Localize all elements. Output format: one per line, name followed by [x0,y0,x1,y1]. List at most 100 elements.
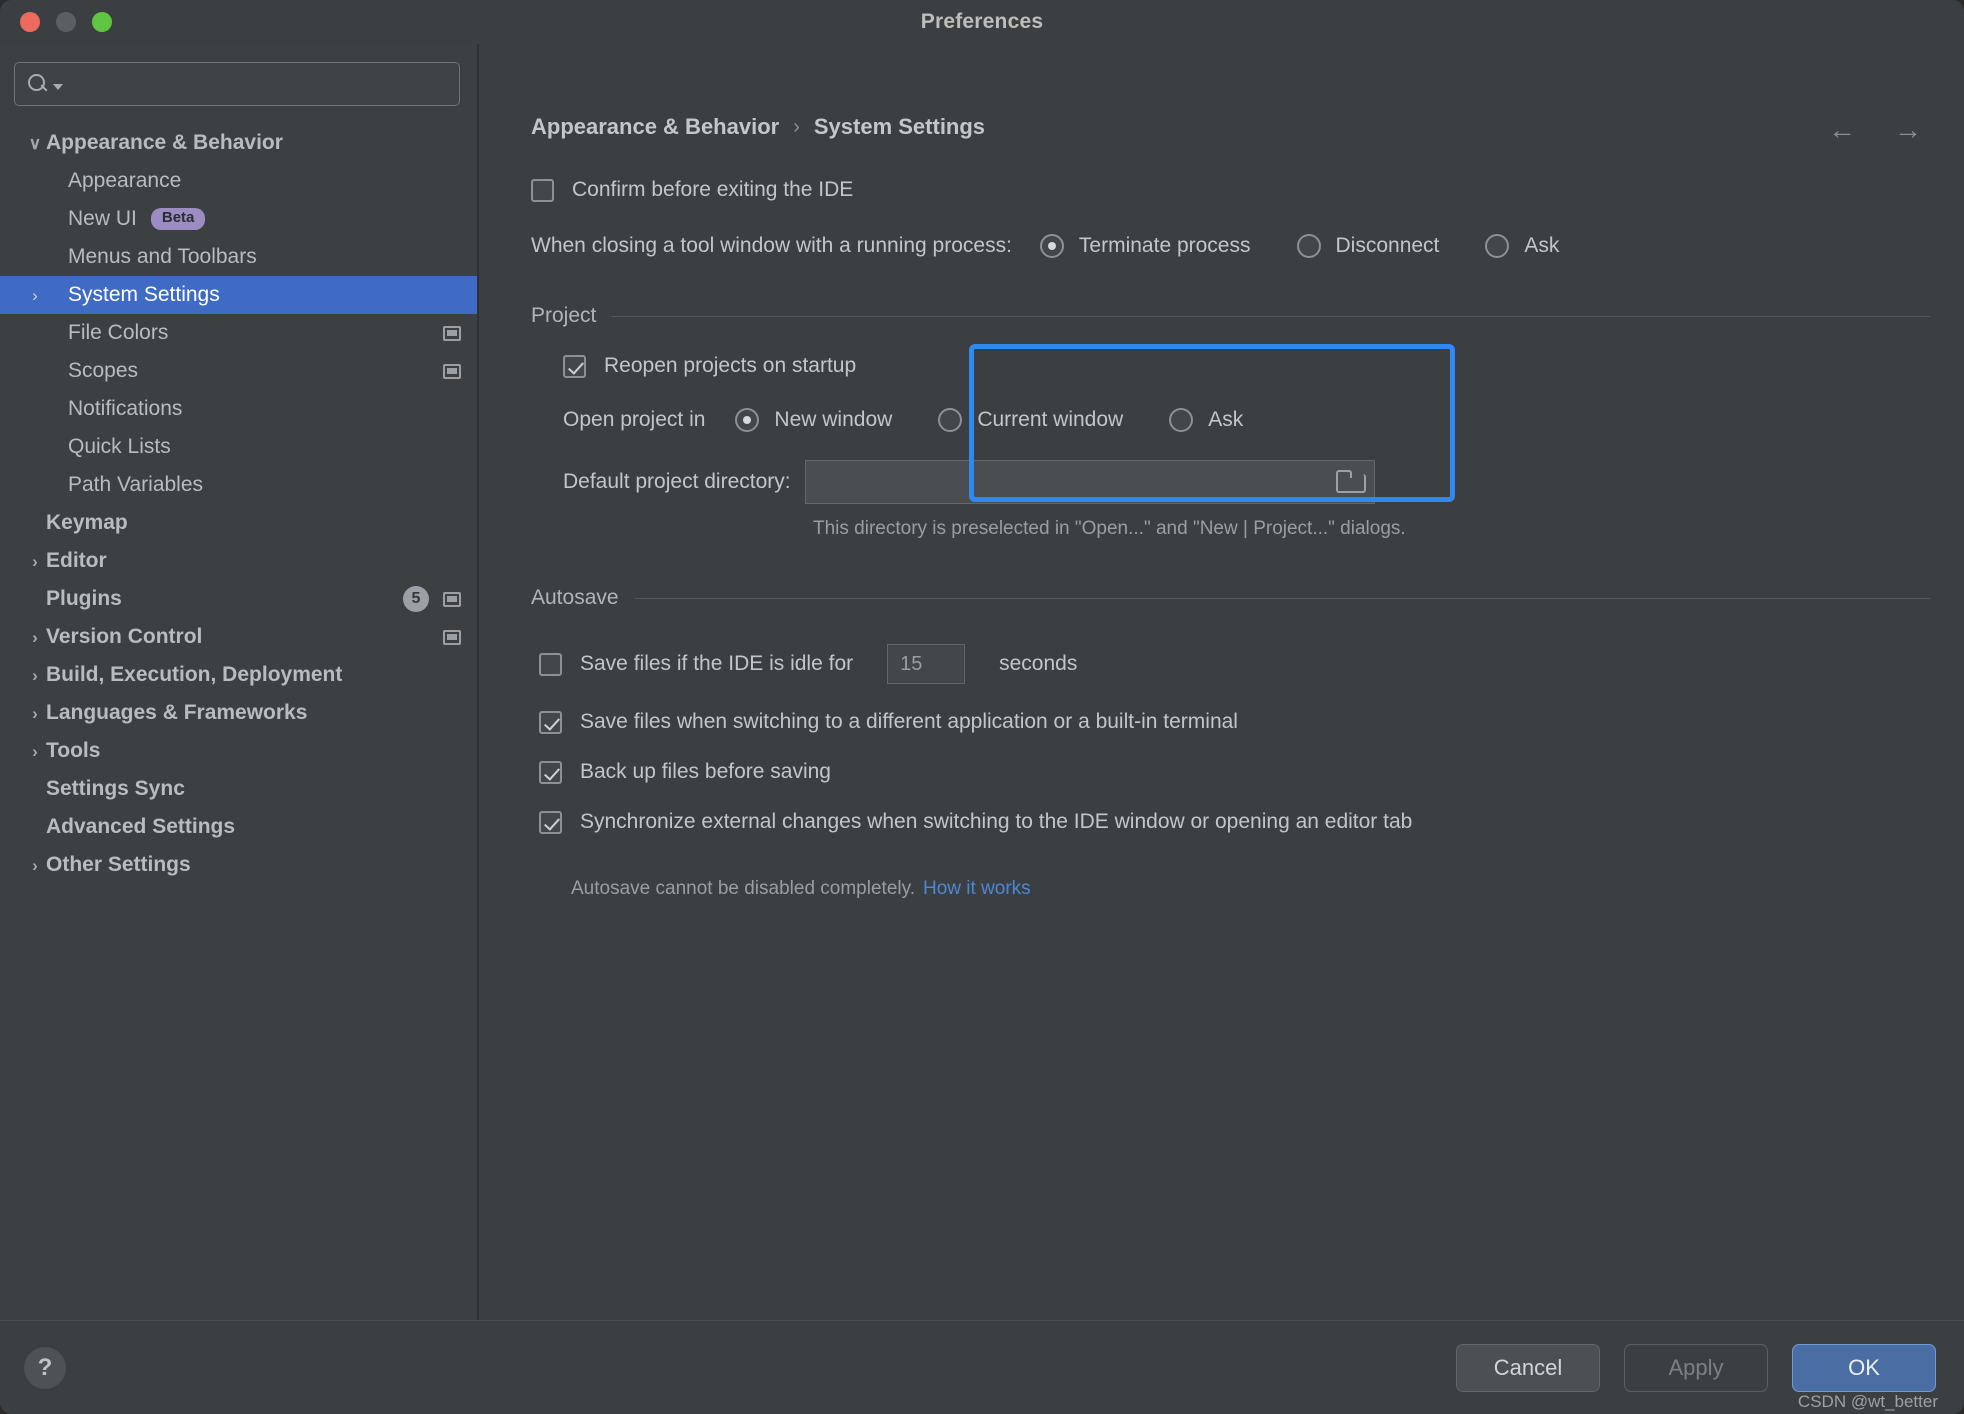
preferences-window: Preferences ∨ Appearance & Behavior Appear… [0,0,1964,1414]
sidebar-item-label: Build, Execution, Deployment [46,663,343,686]
closing-tool-window-option[interactable]: Disconnect [1296,234,1439,258]
sidebar-item-build-execution-deployment[interactable]: › Build, Execution, Deployment [0,656,477,694]
sidebar-item-label-wrap: Appearance & Behavior [46,131,283,155]
chevron-right-icon[interactable]: › [24,857,46,874]
sidebar-item-label-wrap: New UI Beta [68,207,206,231]
radio-icon[interactable] [1169,408,1194,432]
project-group-title: Project [531,304,597,327]
navigation-arrows: ← → [1828,116,1922,144]
help-icon[interactable]: ? [24,1346,66,1389]
sidebar-item-editor[interactable]: › Editor [0,542,477,580]
sidebar-item-settings-sync[interactable]: Settings Sync [0,770,477,808]
sidebar-item-label: Other Settings [46,853,191,876]
sidebar-item-label: Plugins [46,587,122,610]
sidebar-item-label: File Colors [68,321,169,344]
title-bar: Preferences [0,0,1964,44]
project-scope-icon [443,325,461,341]
sidebar-item-other-settings[interactable]: › Other Settings [0,846,477,884]
sidebar-item-label: Notifications [68,397,183,420]
autosave-option-checkbox[interactable] [539,810,562,834]
chevron-right-icon[interactable]: › [24,287,46,304]
chevron-right-icon[interactable]: › [24,667,46,684]
sidebar-item-tools[interactable]: › Tools [0,732,477,770]
autosave-option-label: Save files when switching to a different… [580,710,1238,733]
sidebar-item-advanced-settings[interactable]: Advanced Settings [0,808,477,846]
reopen-projects-checkbox[interactable] [563,354,586,378]
sidebar-item-file-colors[interactable]: File Colors [0,314,477,352]
apply-button[interactable]: Apply [1624,1343,1768,1392]
sidebar-item-keymap[interactable]: Keymap [0,504,477,542]
sidebar-item-path-variables[interactable]: Path Variables [0,466,477,504]
sidebar-item-notifications[interactable]: Notifications [0,390,477,428]
chevron-right-icon[interactable]: › [24,705,46,722]
sidebar-item-scopes[interactable]: Scopes [0,352,477,390]
sidebar-item-quick-lists[interactable]: Quick Lists [0,428,477,466]
open-project-in-option[interactable]: Current window [938,408,1123,432]
closing-tool-window-option[interactable]: Ask [1485,234,1559,258]
sidebar-item-appearance-behavior[interactable]: ∨ Appearance & Behavior [0,124,477,162]
sidebar-item-label-wrap: Menus and Toolbars [68,245,257,269]
sidebar-item-label: Tools [46,739,101,762]
closing-tool-window-option-label: Ask [1524,234,1560,257]
open-project-in-label: Open project in [563,408,706,431]
project-group-divider [612,315,1930,317]
autosave-option-row[interactable]: Synchronize external changes when switch… [539,810,1936,834]
autosave-idle-checkbox[interactable] [539,652,562,676]
autosave-option-row[interactable]: Save files when switching to a different… [539,710,1936,734]
sidebar-item-label: System Settings [68,283,220,306]
sidebar-item-new-ui[interactable]: New UI Beta [0,200,477,238]
closing-tool-window-radiogroup: Terminate process Disconnect Ask [1039,234,1605,258]
radio-icon[interactable] [1039,234,1064,258]
cancel-button[interactable]: Cancel [1456,1343,1600,1392]
back-arrow-icon[interactable]: ← [1828,116,1856,144]
confirm-exit-checkbox[interactable] [531,178,554,202]
breadcrumb-parent[interactable]: Appearance & Behavior [531,114,779,140]
sidebar-item-version-control[interactable]: › Version Control [0,618,477,656]
sidebar-item-label-wrap: Settings Sync [46,777,185,801]
chevron-right-icon[interactable]: › [24,629,46,646]
search-box[interactable] [14,62,460,106]
reopen-projects-row[interactable]: Reopen projects on startup [563,354,1936,378]
open-project-in-option[interactable]: Ask [1169,408,1243,432]
autosave-option-checkbox[interactable] [539,710,562,734]
confirm-exit-label: Confirm before exiting the IDE [572,178,854,201]
confirm-exit-row[interactable]: Confirm before exiting the IDE [531,178,1936,202]
open-project-in-option[interactable]: New window [735,408,892,432]
default-directory-label: Default project directory: [563,470,791,493]
autosave-option-label: Synchronize external changes when switch… [580,810,1413,833]
sidebar-item-languages-frameworks[interactable]: › Languages & Frameworks [0,694,477,732]
sidebar-item-label-wrap: File Colors [68,321,168,345]
search-input[interactable] [67,73,447,95]
chevron-right-icon[interactable]: › [24,743,46,760]
open-project-in-radiogroup: New window Current window Ask [735,408,1289,432]
folder-icon[interactable] [1334,470,1366,494]
chevron-right-icon[interactable]: › [24,553,46,570]
sidebar-item-label: Quick Lists [68,435,171,458]
ok-button[interactable]: OK [1792,1343,1936,1392]
search-icon [27,73,49,95]
sidebar-item-appearance[interactable]: Appearance [0,162,477,200]
default-directory-input[interactable] [804,460,1375,504]
radio-icon[interactable] [1485,234,1510,258]
autosave-option-checkbox[interactable] [539,760,562,784]
autosave-option-row[interactable]: Back up files before saving [539,760,1936,784]
sidebar-item-system-settings[interactable]: › System Settings [0,276,477,314]
radio-icon[interactable] [735,408,760,432]
sidebar-item-menus-and-toolbars[interactable]: Menus and Toolbars [0,238,477,276]
chevron-down-icon[interactable] [53,83,63,90]
dialog-body: ∨ Appearance & Behavior Appearance New UI Be… [0,44,1964,1320]
chevron-down-icon[interactable]: ∨ [24,135,46,152]
settings-sidebar: ∨ Appearance & Behavior Appearance New UI Be… [0,44,479,1320]
autosave-idle-seconds-input[interactable]: 15 [887,644,966,684]
sidebar-item-plugins[interactable]: Plugins 5 [0,580,477,618]
forward-arrow-icon[interactable]: → [1894,116,1922,144]
radio-icon[interactable] [1296,234,1321,258]
autosave-idle-row[interactable]: Save files if the IDE is idle for 15 sec… [539,644,1936,684]
sidebar-item-label-wrap: Plugins [46,587,122,611]
closing-tool-window-option[interactable]: Terminate process [1039,234,1251,258]
project-group: Project Reopen projects on startup Open … [507,304,1936,540]
autosave-group-divider [634,597,1930,599]
how-it-works-link[interactable]: How it works [923,878,1031,900]
radio-icon[interactable] [938,408,963,432]
reopen-projects-label: Reopen projects on startup [604,354,857,377]
